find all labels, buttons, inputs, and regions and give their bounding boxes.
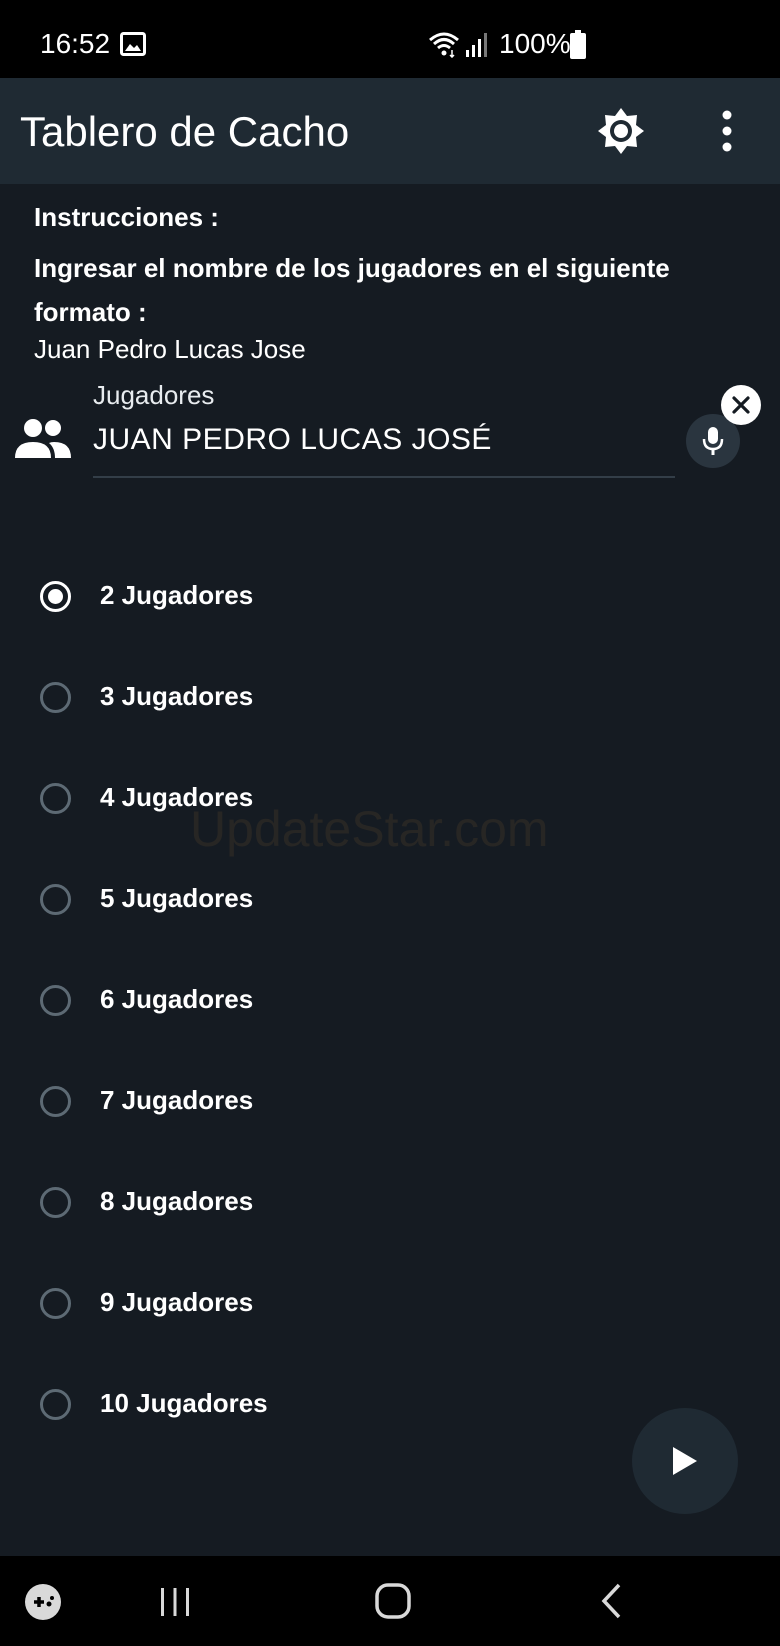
radio-button-selected[interactable] xyxy=(40,581,71,612)
players-input[interactable] xyxy=(93,418,673,462)
player-option-label: 9 Jugadores xyxy=(100,1287,254,1317)
battery-icon xyxy=(570,30,586,59)
player-option-5[interactable]: 5 Jugadores xyxy=(0,851,780,952)
people-icon xyxy=(15,419,71,458)
radio-button[interactable] xyxy=(40,1086,71,1117)
radio-button[interactable] xyxy=(40,1288,71,1319)
more-vert-icon[interactable] xyxy=(712,108,742,154)
clear-input-button[interactable] xyxy=(721,385,761,425)
play-fab-button[interactable] xyxy=(632,1408,738,1514)
brightness-icon[interactable] xyxy=(596,106,646,156)
player-option-2[interactable]: 2 Jugadores xyxy=(0,548,780,649)
player-count-options: 2 Jugadores 3 Jugadores 4 Jugadores 5 Ju… xyxy=(0,548,780,1457)
clear-icon xyxy=(732,396,750,414)
signal-icon xyxy=(466,33,487,57)
status-bar: 16:52 100% xyxy=(0,0,780,78)
player-option-6[interactable]: 6 Jugadores xyxy=(0,952,780,1053)
image-icon xyxy=(120,32,146,56)
radio-button[interactable] xyxy=(40,985,71,1016)
instructions-title: Instrucciones : xyxy=(34,202,219,232)
player-option-label: 4 Jugadores xyxy=(100,782,254,812)
radio-dot xyxy=(48,589,63,604)
player-option-7[interactable]: 7 Jugadores xyxy=(0,1053,780,1154)
play-icon xyxy=(673,1447,697,1475)
player-option-8[interactable]: 8 Jugadores xyxy=(0,1154,780,1255)
player-option-4[interactable]: 4 Jugadores xyxy=(0,750,780,851)
mic-icon xyxy=(702,427,724,455)
app-bar: Tablero de Cacho xyxy=(0,78,780,184)
radio-button[interactable] xyxy=(40,1389,71,1420)
player-option-label: 6 Jugadores xyxy=(100,984,254,1014)
player-option-label: 2 Jugadores xyxy=(100,580,254,610)
radio-button[interactable] xyxy=(40,1187,71,1218)
instructions-body: Ingresar el nombre de los jugadores en e… xyxy=(34,253,670,327)
players-input-underline xyxy=(93,476,675,478)
app-title: Tablero de Cacho xyxy=(20,108,350,155)
recents-icon[interactable] xyxy=(158,1585,192,1619)
player-option-9[interactable]: 9 Jugadores xyxy=(0,1255,780,1356)
player-option-label: 7 Jugadores xyxy=(100,1085,254,1115)
players-field-label: Jugadores xyxy=(93,380,215,410)
battery-percent: 100% xyxy=(499,28,571,59)
player-option-label: 5 Jugadores xyxy=(100,883,254,913)
screen: 16:52 100% Tablero de Cacho Instruccione… xyxy=(0,0,780,1646)
instructions-example: Juan Pedro Lucas Jose xyxy=(34,334,306,364)
navigation-bar xyxy=(0,1556,780,1646)
wifi-icon xyxy=(429,32,459,58)
player-option-label: 10 Jugadores xyxy=(100,1388,268,1418)
home-icon[interactable] xyxy=(374,1582,412,1620)
radio-button[interactable] xyxy=(40,783,71,814)
radio-button[interactable] xyxy=(40,682,71,713)
back-icon[interactable] xyxy=(598,1582,624,1620)
player-option-label: 3 Jugadores xyxy=(100,681,254,711)
status-time: 16:52 xyxy=(40,28,111,59)
radio-button[interactable] xyxy=(40,884,71,915)
player-option-label: 8 Jugadores xyxy=(100,1186,254,1216)
player-option-3[interactable]: 3 Jugadores xyxy=(0,649,780,750)
game-launcher-icon[interactable] xyxy=(24,1583,62,1621)
